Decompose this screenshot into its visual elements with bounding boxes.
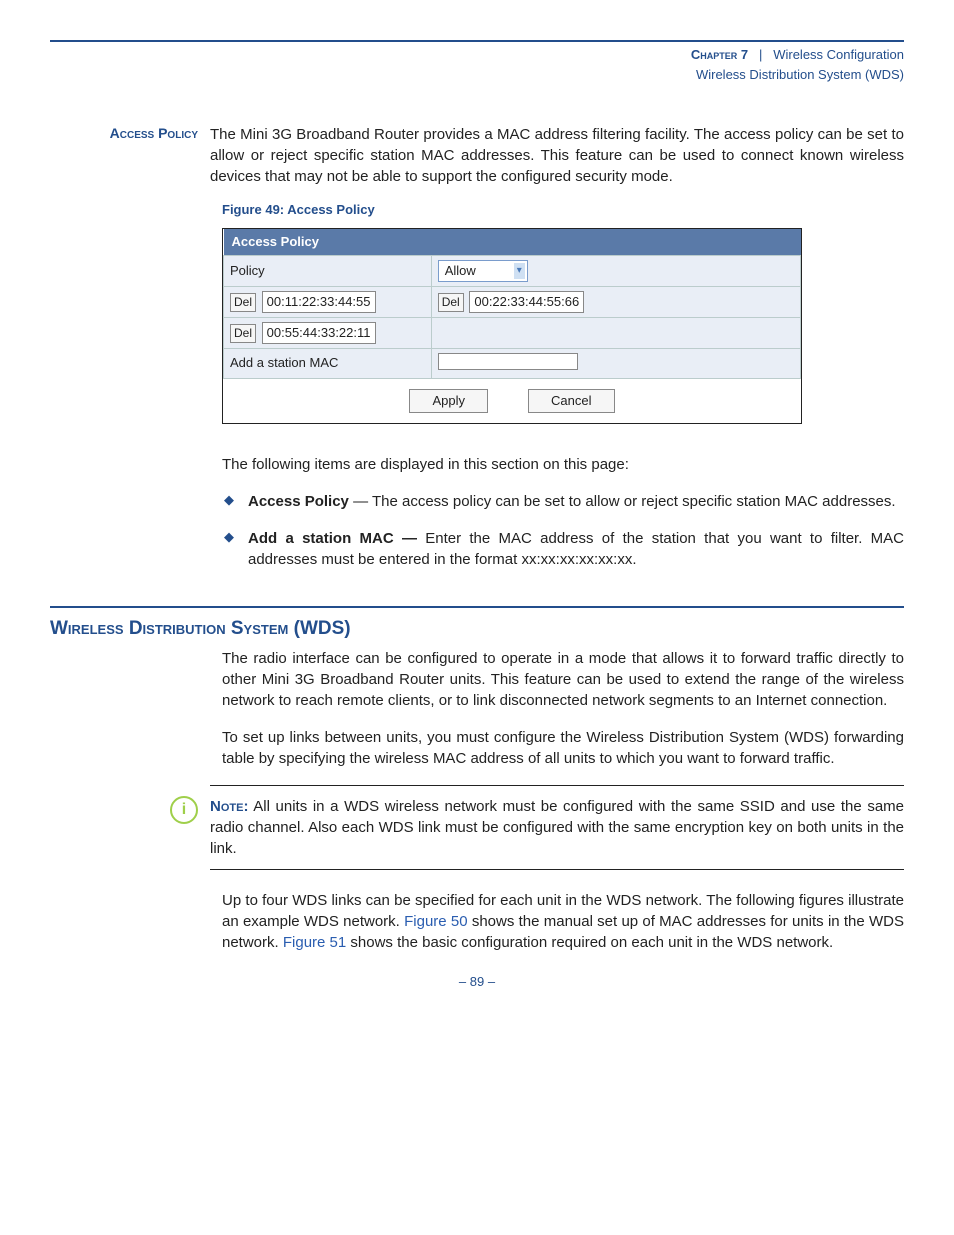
- del-button-1[interactable]: Del: [230, 293, 256, 312]
- wds-heading: Wireless Distribution System (WDS): [50, 616, 904, 643]
- mac-cell-2: Del 00:22:33:44:55:66: [431, 286, 800, 317]
- bullet-term-1: Add a station MAC —: [248, 530, 425, 547]
- del-button-2[interactable]: Del: [438, 293, 464, 312]
- chapter-title: Wireless Configuration: [773, 47, 904, 62]
- mac-value-3[interactable]: 00:55:44:33:22:11: [262, 322, 376, 344]
- info-icon: i: [170, 796, 198, 824]
- mac-cell-1: Del 00:11:22:33:44:55: [224, 286, 432, 317]
- bullet-sep-0: —: [349, 493, 372, 510]
- figure-buttons-row: Apply Cancel: [223, 389, 801, 413]
- header-rule: [50, 40, 904, 42]
- add-mac-input[interactable]: [438, 353, 578, 370]
- mac-cell-3: Del 00:55:44:33:22:11: [224, 318, 432, 349]
- figure-49-caption: Figure 49: Access Policy: [222, 201, 904, 219]
- wds-p3c: shows the basic configuration required o…: [346, 934, 833, 951]
- note-label: Note:: [210, 798, 248, 815]
- bullet-access-policy: Access Policy — The access policy can be…: [222, 491, 904, 512]
- figure-50-link[interactable]: Figure 50: [404, 913, 467, 930]
- figure-51-link[interactable]: Figure 51: [283, 934, 346, 951]
- mac-cell-empty: [431, 318, 800, 349]
- cancel-button[interactable]: Cancel: [528, 389, 614, 413]
- bullet-term-0: Access Policy: [248, 493, 349, 510]
- figure-49-box: Access Policy Policy Allow ▾ Del 00:11:2…: [222, 228, 802, 424]
- wds-p2: To set up links between units, you must …: [222, 727, 904, 769]
- access-policy-intro: The Mini 3G Broadband Router provides a …: [210, 124, 904, 187]
- access-policy-side-label: Access Policy: [50, 124, 210, 187]
- page-header-line1: Chapter 7 | Wireless Configuration: [50, 46, 904, 64]
- wds-p1: The radio interface can be configured to…: [222, 648, 904, 711]
- bullet-add-station-mac: Add a station MAC — Enter the MAC addres…: [222, 528, 904, 570]
- header-separator: |: [759, 47, 762, 62]
- policy-row-value-cell: Allow ▾: [431, 255, 800, 286]
- apply-button[interactable]: Apply: [409, 389, 488, 413]
- page-header-line2: Wireless Distribution System (WDS): [50, 66, 904, 84]
- access-policy-bullets: Access Policy — The access policy can be…: [222, 491, 904, 570]
- note-text: All units in a WDS wireless network must…: [210, 798, 904, 857]
- chevron-down-icon: ▾: [514, 263, 525, 279]
- section-rule: [50, 606, 904, 608]
- access-policy-panel-title: Access Policy: [224, 229, 801, 256]
- policy-select[interactable]: Allow ▾: [438, 260, 528, 282]
- note-block: i Note: All units in a WDS wireless netw…: [210, 785, 904, 870]
- policy-select-value: Allow: [445, 262, 476, 280]
- policy-row-label: Policy: [224, 255, 432, 286]
- wds-p3: Up to four WDS links can be specified fo…: [222, 890, 904, 953]
- note-body: Note: All units in a WDS wireless networ…: [210, 796, 904, 859]
- mac-value-2[interactable]: 00:22:33:44:55:66: [469, 291, 584, 313]
- page-number: – 89 –: [50, 973, 904, 991]
- del-button-3[interactable]: Del: [230, 324, 256, 343]
- access-policy-table: Access Policy Policy Allow ▾ Del 00:11:2…: [223, 229, 801, 379]
- items-intro: The following items are displayed in thi…: [222, 454, 904, 475]
- mac-value-1[interactable]: 00:11:22:33:44:55: [262, 291, 376, 313]
- add-mac-input-cell: [431, 349, 800, 378]
- bullet-desc-0: The access policy can be set to allow or…: [372, 493, 896, 510]
- chapter-label: Chapter 7: [691, 47, 748, 62]
- add-mac-label: Add a station MAC: [224, 349, 432, 378]
